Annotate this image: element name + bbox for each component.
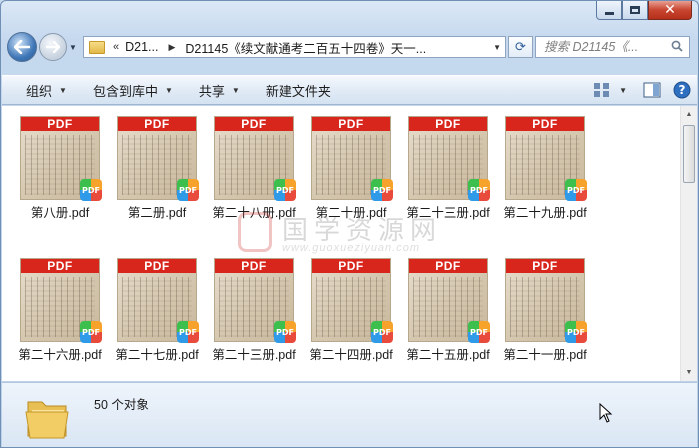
file-item[interactable]: PDF PDF 第二十三册.pdf <box>390 106 490 221</box>
pdf-band-label: PDF <box>506 259 584 273</box>
pdf-band-label: PDF <box>215 259 293 273</box>
new-folder-label: 新建文件夹 <box>265 83 331 99</box>
change-view-button[interactable]: ▼ <box>593 78 627 102</box>
chevron-down-icon: ▼ <box>59 85 67 95</box>
chevron-down-icon: ▼ <box>231 85 240 95</box>
search-box[interactable] <box>535 36 690 58</box>
watermark-url: www.guoxueziyuan.com <box>282 242 421 254</box>
file-item[interactable]: PDF PDF 第二十九册.pdf <box>487 106 587 221</box>
caption-buttons: ✕ <box>596 1 692 20</box>
search-icon[interactable] <box>671 40 683 52</box>
folder-icon <box>25 401 69 439</box>
pdf-band-label: PDF <box>118 259 196 273</box>
help-icon: ? <box>673 81 691 99</box>
new-folder-button[interactable]: 新建文件夹 <box>253 76 344 104</box>
back-arrow-icon <box>14 40 30 54</box>
chevron-down-icon: ▼ <box>685 369 693 376</box>
explorer-window: ✕ ▼ « D21... ▶ D21145《续文献通考二百五十四卷》天一... … <box>0 0 699 448</box>
breadcrumb-root[interactable]: D21... <box>125 40 158 54</box>
pdf-band-label: PDF <box>312 259 390 273</box>
scroll-up-button[interactable]: ▲ <box>681 106 697 123</box>
share-menu[interactable]: 共享 ▼ <box>186 76 253 104</box>
search-input[interactable] <box>544 40 664 54</box>
file-item[interactable]: PDF PDF 第二十三册.pdf <box>196 248 296 363</box>
file-grid: PDF PDF 第八册.pdf PDF PDF 第二册.pdf PDF PDF … <box>2 106 682 381</box>
mouse-pointer-icon <box>599 403 613 423</box>
file-item[interactable]: PDF PDF 第二十一册.pdf <box>487 248 587 363</box>
file-item[interactable]: PDF PDF 第二十八册.pdf <box>196 106 296 221</box>
details-pane: 50 个对象 <box>2 382 697 447</box>
minimize-icon <box>604 11 614 15</box>
vertical-scrollbar[interactable]: ▲ ▼ <box>680 106 697 381</box>
file-item[interactable]: PDF PDF 第二册.pdf <box>99 106 199 221</box>
file-item[interactable]: PDF PDF 第二十册.pdf <box>293 106 393 221</box>
organize-label: 组织 <box>26 83 53 99</box>
help-button[interactable]: ? <box>673 78 691 102</box>
address-bar[interactable]: « D21... ▶ D21145《续文献通考二百五十四卷》天一... ▼ <box>83 36 506 58</box>
pdf-band-label: PDF <box>506 117 584 131</box>
include-in-library-menu[interactable]: 包含到库中 ▼ <box>80 76 186 104</box>
pdf-band-label: PDF <box>118 117 196 131</box>
folder-icon <box>89 40 105 54</box>
navigation-bar: ▼ « D21... ▶ D21145《续文献通考二百五十四卷》天一... ▼ … <box>7 31 690 63</box>
include-in-library-label: 包含到库中 <box>92 83 158 99</box>
view-grid-icon <box>594 83 610 97</box>
refresh-icon: ⟳ <box>515 39 526 55</box>
chevron-down-icon: ▼ <box>164 85 173 95</box>
pdf-band-label: PDF <box>312 117 390 131</box>
close-icon: ✕ <box>664 2 676 18</box>
file-item[interactable]: PDF PDF 第八册.pdf <box>2 106 102 221</box>
refresh-button[interactable]: ⟳ <box>508 36 533 58</box>
file-name: 第二十一册.pdf <box>503 348 587 362</box>
maximize-button[interactable] <box>622 1 648 20</box>
svg-text:?: ? <box>679 83 686 97</box>
pdf-app-icon: PDF <box>565 321 587 343</box>
organize-menu[interactable]: 组织 ▼ <box>2 76 80 104</box>
maximize-icon <box>630 6 640 14</box>
back-button[interactable] <box>7 32 37 62</box>
item-count: 50 个对象 <box>94 398 149 412</box>
pdf-band-label: PDF <box>409 117 487 131</box>
close-button[interactable]: ✕ <box>648 1 692 20</box>
scrollbar-thumb[interactable] <box>683 125 695 183</box>
pdf-band-label: PDF <box>409 259 487 273</box>
forward-button[interactable] <box>39 33 67 61</box>
file-item[interactable]: PDF PDF 第二十四册.pdf <box>293 248 393 363</box>
breadcrumb-separator-icon[interactable]: ▶ <box>168 42 175 53</box>
file-list-pane[interactable]: PDF PDF 第八册.pdf PDF PDF 第二册.pdf PDF PDF … <box>2 106 697 381</box>
scroll-down-button[interactable]: ▼ <box>681 364 697 381</box>
breadcrumb-current[interactable]: D21145《续文献通考二百五十四卷》天一... <box>185 38 426 57</box>
seal-logo-icon <box>238 212 272 252</box>
share-label: 共享 <box>198 83 225 99</box>
pdf-band-label: PDF <box>215 117 293 131</box>
minimize-button[interactable] <box>596 1 622 20</box>
address-overflow[interactable]: « <box>113 41 119 53</box>
preview-pane-icon <box>643 82 661 98</box>
recent-pages-dropdown[interactable]: ▼ <box>67 32 79 62</box>
site-watermark: 国学资源网 www.guoxueziyuan.com <box>238 210 468 256</box>
view-controls: ▼ ? <box>587 78 697 102</box>
chevron-up-icon: ▲ <box>685 111 693 118</box>
file-name: 第二十九册.pdf <box>503 206 587 220</box>
command-bar: 组织 ▼ 包含到库中 ▼ 共享 ▼ 新建文件夹 ▼ ? <box>2 75 697 105</box>
chevron-down-icon: ▼ <box>619 85 627 95</box>
preview-pane-button[interactable] <box>643 78 661 102</box>
chevron-down-icon: ▼ <box>69 42 77 52</box>
pdf-app-icon: PDF <box>565 179 587 201</box>
file-item[interactable]: PDF PDF 第二十六册.pdf <box>2 248 102 363</box>
address-history-dropdown[interactable]: ▼ <box>493 43 501 52</box>
pdf-band-label: PDF <box>21 259 99 273</box>
file-item[interactable]: PDF PDF 第二十七册.pdf <box>99 248 199 363</box>
file-item[interactable]: PDF PDF 第二十五册.pdf <box>390 248 490 363</box>
forward-arrow-icon <box>46 41 60 53</box>
pdf-band-label: PDF <box>21 117 99 131</box>
